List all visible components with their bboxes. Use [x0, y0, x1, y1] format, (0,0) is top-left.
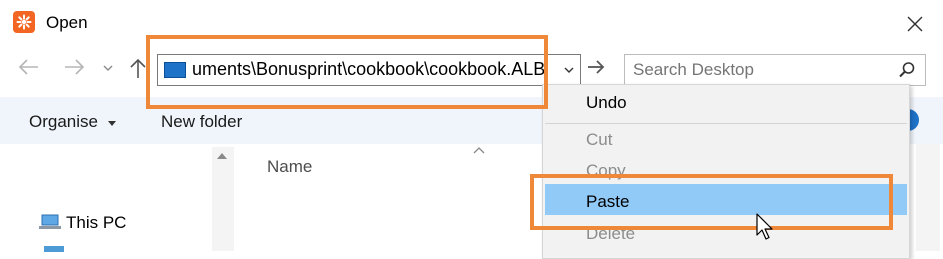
app-logo-icon [13, 11, 35, 33]
arrow-right-icon [65, 59, 85, 75]
address-dropdown-button[interactable] [558, 57, 580, 83]
column-header-name[interactable]: Name [267, 157, 312, 177]
arrow-up-icon [130, 58, 146, 78]
close-icon [907, 16, 923, 32]
search-icon[interactable] [897, 60, 917, 85]
chevron-down-icon [564, 67, 574, 73]
window-title: Open [46, 13, 88, 32]
organise-label: Organise [29, 112, 98, 131]
mouse-pointer-icon [756, 213, 774, 246]
search-input[interactable] [633, 59, 893, 81]
nav-item-this-pc[interactable]: This PC [66, 213, 126, 233]
content-scrollbar[interactable] [916, 144, 940, 251]
close-button[interactable] [900, 9, 930, 39]
navigation-pane [0, 144, 236, 251]
go-button[interactable] [586, 58, 606, 81]
recent-locations-button[interactable] [102, 62, 114, 76]
organise-menu-button[interactable]: Organise [29, 112, 117, 132]
chevron-down-icon [103, 65, 113, 71]
menu-separator [545, 123, 907, 124]
arrow-left-icon [18, 59, 38, 75]
computer-icon [38, 214, 61, 229]
menu-item-cut[interactable]: Cut [586, 130, 612, 150]
forward-button[interactable] [63, 58, 85, 82]
arrow-right-icon [588, 60, 605, 74]
sort-ascending-icon [472, 141, 486, 157]
search-box[interactable] [624, 54, 926, 86]
context-menu: Undo Cut Copy Paste Delete [542, 84, 910, 259]
address-highlight-box [146, 35, 548, 109]
menu-item-undo[interactable]: Undo [586, 93, 627, 113]
back-button[interactable] [18, 58, 40, 82]
new-folder-button[interactable]: New folder [161, 112, 242, 132]
up-button[interactable] [129, 57, 147, 84]
paste-highlight-box [530, 174, 893, 230]
scroll-up-arrow-icon[interactable] [216, 152, 228, 163]
caret-down-icon [107, 120, 116, 126]
drive-icon [44, 246, 64, 252]
